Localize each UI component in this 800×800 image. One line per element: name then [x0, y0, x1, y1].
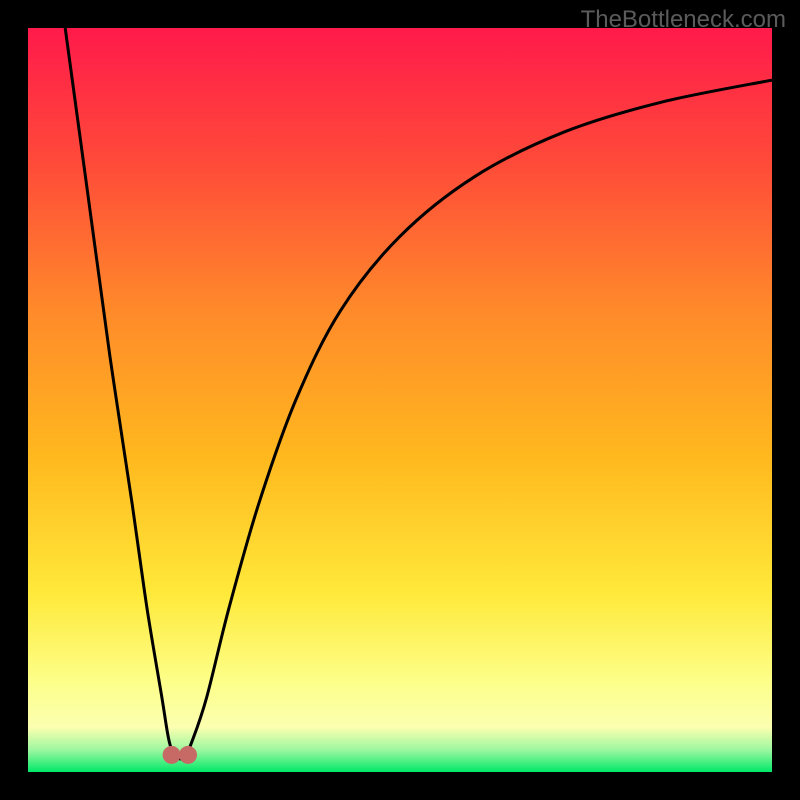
chart-frame: TheBottleneck.com: [0, 0, 800, 800]
bottleneck-curve: [65, 28, 772, 759]
marker-minimum-right: [179, 746, 197, 764]
bottleneck-curve-svg: [28, 28, 772, 772]
watermark-text: TheBottleneck.com: [581, 6, 786, 34]
minimum-markers: [163, 746, 197, 764]
marker-minimum-left: [163, 746, 181, 764]
plot-area: [28, 28, 772, 772]
